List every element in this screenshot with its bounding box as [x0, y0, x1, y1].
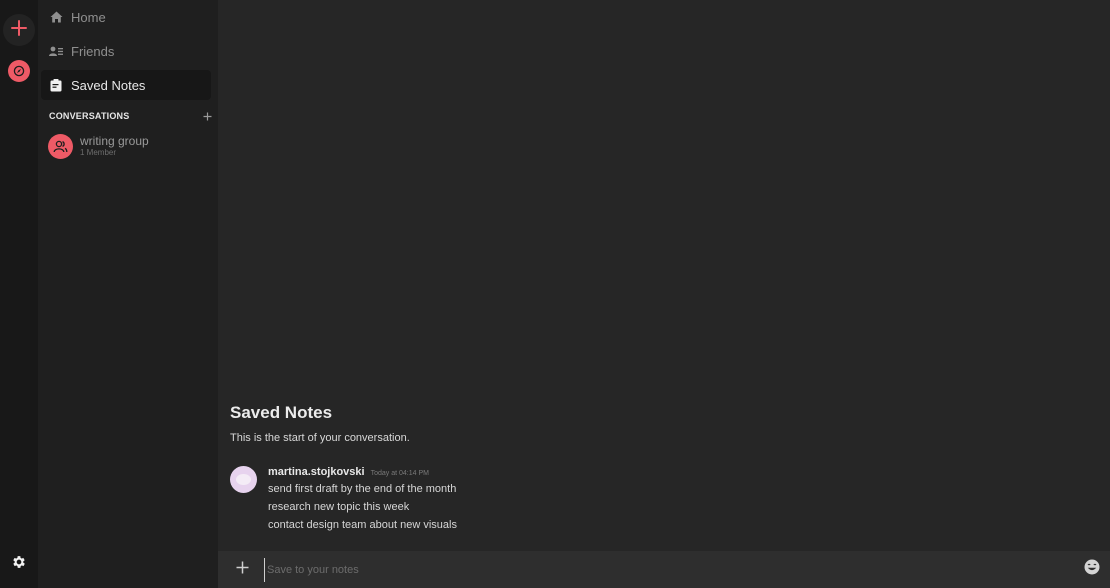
gear-icon — [11, 554, 27, 575]
nav-saved-notes[interactable]: Saved Notes — [41, 70, 211, 100]
conversations-header: CONVERSATIONS — [49, 109, 212, 123]
channel-title: Saved Notes — [230, 403, 333, 422]
nav-saved-notes-label: Saved Notes — [71, 77, 146, 93]
add-conversation-button[interactable] — [203, 110, 212, 123]
channel-intro: This is the start of your conversation. — [230, 432, 410, 444]
message-line: research new topic this week — [268, 501, 410, 513]
message: martina.stojkovski Today at 04:14 PM sen… — [230, 466, 457, 534]
chat-area: Saved Notes This is the start of your co… — [218, 0, 1110, 588]
friends-icon — [49, 44, 63, 58]
emoji-icon — [1084, 559, 1100, 580]
home-icon — [49, 10, 63, 24]
nav-home[interactable]: Home — [41, 2, 211, 32]
avatar[interactable] — [230, 466, 257, 493]
notes-icon — [49, 78, 63, 92]
conversation-item[interactable]: writing group 1 Member — [48, 131, 213, 161]
plus-icon — [11, 19, 27, 41]
message-line: send first draft by the end of the month — [268, 483, 457, 495]
nav-home-label: Home — [71, 9, 106, 25]
message-timestamp: Today at 04:14 PM — [370, 470, 429, 477]
nav-friends[interactable]: Friends — [41, 36, 211, 66]
explore-button[interactable] — [3, 55, 35, 87]
server-rail — [0, 0, 38, 588]
message-author[interactable]: martina.stojkovski — [268, 466, 365, 478]
message-composer — [218, 551, 1110, 588]
plus-icon — [236, 561, 249, 579]
channel-sidebar: Home Friends Saved Notes CONVERSATIONS w… — [38, 0, 218, 588]
message-body: martina.stojkovski Today at 04:14 PM sen… — [268, 466, 457, 534]
app-window: Home Friends Saved Notes CONVERSATIONS w… — [0, 0, 1110, 588]
compass-icon — [8, 60, 30, 82]
message-input[interactable] — [264, 557, 1075, 582]
emoji-button[interactable] — [1083, 559, 1101, 580]
conversations-title: CONVERSATIONS — [49, 111, 130, 121]
message-line: contact design team about new visuals — [268, 519, 457, 531]
attach-button[interactable] — [232, 560, 252, 580]
conversation-name: writing group — [80, 134, 149, 148]
add-server-button[interactable] — [3, 14, 35, 46]
message-header: martina.stojkovski Today at 04:14 PM — [268, 466, 457, 478]
avatar-cloud-icon — [236, 474, 251, 485]
conversation-member-count: 1 Member — [80, 148, 117, 157]
group-icon — [48, 133, 73, 159]
nav-friends-label: Friends — [71, 43, 115, 59]
settings-button[interactable] — [3, 548, 35, 580]
conversation-text: writing group 1 Member — [80, 134, 149, 158]
